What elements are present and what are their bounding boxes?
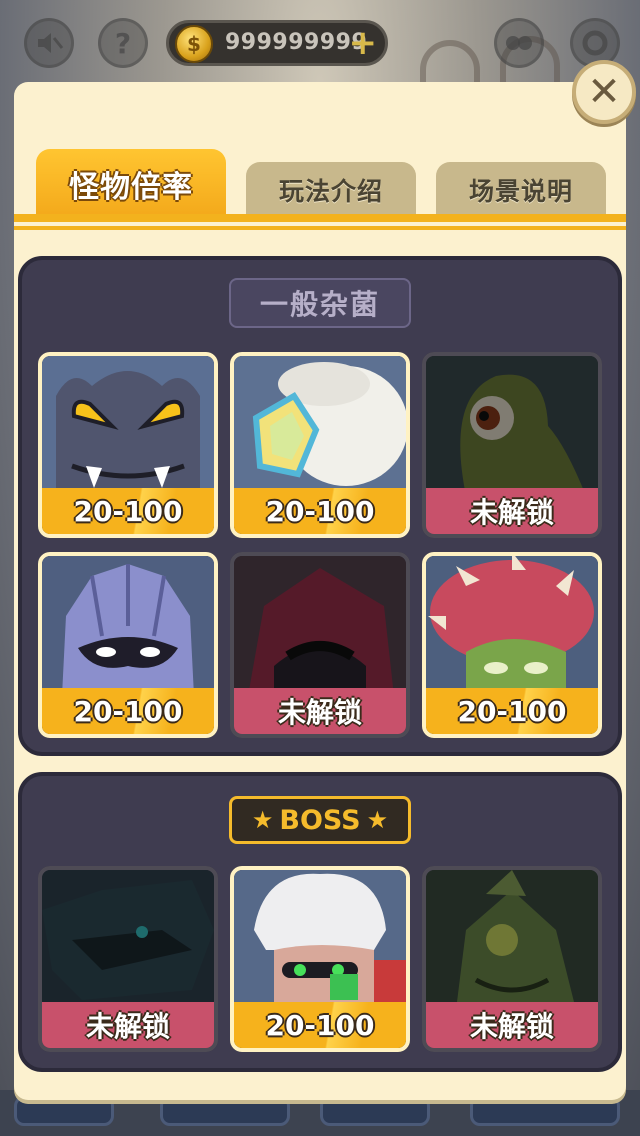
- close-button[interactable]: ✕: [572, 60, 636, 124]
- boss-card[interactable]: 未解锁: [38, 866, 218, 1052]
- monster-card[interactable]: 20-100: [38, 552, 218, 738]
- card-frame: 未解锁: [230, 552, 410, 738]
- lilac-masked-ghost-portrait: [42, 556, 214, 696]
- multiplier-label: 20-100: [234, 488, 406, 534]
- monster-card[interactable]: 20-100: [230, 352, 410, 538]
- coin-glyph: $: [187, 32, 201, 56]
- tab-gameplay-intro[interactable]: 玩法介绍: [246, 162, 416, 218]
- monster-card[interactable]: 未解锁: [230, 552, 410, 738]
- card-frame: 20-100: [230, 866, 410, 1052]
- white-haired-cyborg-portrait: [234, 870, 406, 1010]
- section-title-boss: ★ BOSS ★: [229, 796, 411, 844]
- section-title-text: BOSS: [279, 804, 361, 836]
- card-frame: 未解锁: [38, 866, 218, 1052]
- monster-card[interactable]: 20-100: [422, 552, 602, 738]
- coin-count: 999999999: [225, 30, 368, 55]
- background-bottom-button: [470, 1096, 620, 1126]
- tab-scene-description[interactable]: 场景说明: [436, 162, 606, 218]
- crimson-hooded-rogue-portrait: [234, 556, 406, 696]
- spiked-mushroom-zombie-portrait: [426, 556, 598, 696]
- coin-icon: $: [175, 25, 213, 63]
- card-frame: 20-100: [38, 552, 218, 738]
- shark-dragon-portrait: [42, 870, 214, 1010]
- add-coins-button[interactable]: +: [349, 23, 378, 63]
- gamepad-icon: [506, 36, 532, 50]
- multiplier-label: 20-100: [42, 688, 214, 734]
- card-frame: 未解锁: [422, 866, 602, 1052]
- card-frame: 20-100: [230, 352, 410, 538]
- gamepad-button[interactable]: [494, 18, 544, 68]
- question-icon: ?: [114, 26, 132, 60]
- locked-label: 未解锁: [234, 688, 406, 734]
- monster-card[interactable]: 20-100: [38, 352, 218, 538]
- tab-underline: [14, 226, 626, 230]
- locked-label: 未解锁: [426, 488, 598, 534]
- close-icon: ✕: [587, 69, 621, 115]
- card-frame: 20-100: [422, 552, 602, 738]
- background-bottom-button: [320, 1096, 430, 1126]
- muted-speaker-icon: [38, 33, 64, 53]
- tab-label: 场景说明: [468, 177, 573, 206]
- green-cyclops-portrait: [426, 356, 598, 496]
- section-title-normal: 一般杂菌: [229, 278, 411, 328]
- tab-label: 怪物倍率: [69, 170, 193, 205]
- locked-label: 未解锁: [42, 1002, 214, 1048]
- coin-balance: $ 999999999 +: [166, 20, 388, 66]
- multiplier-label: 20-100: [426, 688, 598, 734]
- boss-card[interactable]: 20-100: [230, 866, 410, 1052]
- background-bottom-button: [14, 1096, 114, 1126]
- sound-toggle-button[interactable]: [24, 18, 74, 68]
- tab-label: 玩法介绍: [278, 177, 383, 206]
- gray-horned-beast-portrait: [42, 356, 214, 496]
- white-feather-crystal-portrait: [234, 356, 406, 496]
- monster-card[interactable]: 未解锁: [422, 352, 602, 538]
- card-frame: 20-100: [38, 352, 218, 538]
- multiplier-label: 20-100: [42, 488, 214, 534]
- boss-card[interactable]: 未解锁: [422, 866, 602, 1052]
- star-icon: ★: [366, 806, 389, 834]
- settings-icon: [582, 30, 608, 56]
- star-icon: ★: [251, 806, 274, 834]
- tab-underline: [14, 214, 626, 222]
- card-frame: 未解锁: [422, 352, 602, 538]
- locked-label: 未解锁: [426, 1002, 598, 1048]
- help-button[interactable]: ?: [98, 18, 148, 68]
- tab-monster-multiplier[interactable]: 怪物倍率: [36, 149, 226, 219]
- multiplier-label: 20-100: [234, 1002, 406, 1048]
- background-bottom-button: [160, 1096, 290, 1126]
- section-title-text: 一般杂菌: [259, 288, 380, 321]
- green-lizard-dragon-portrait: [426, 870, 598, 1010]
